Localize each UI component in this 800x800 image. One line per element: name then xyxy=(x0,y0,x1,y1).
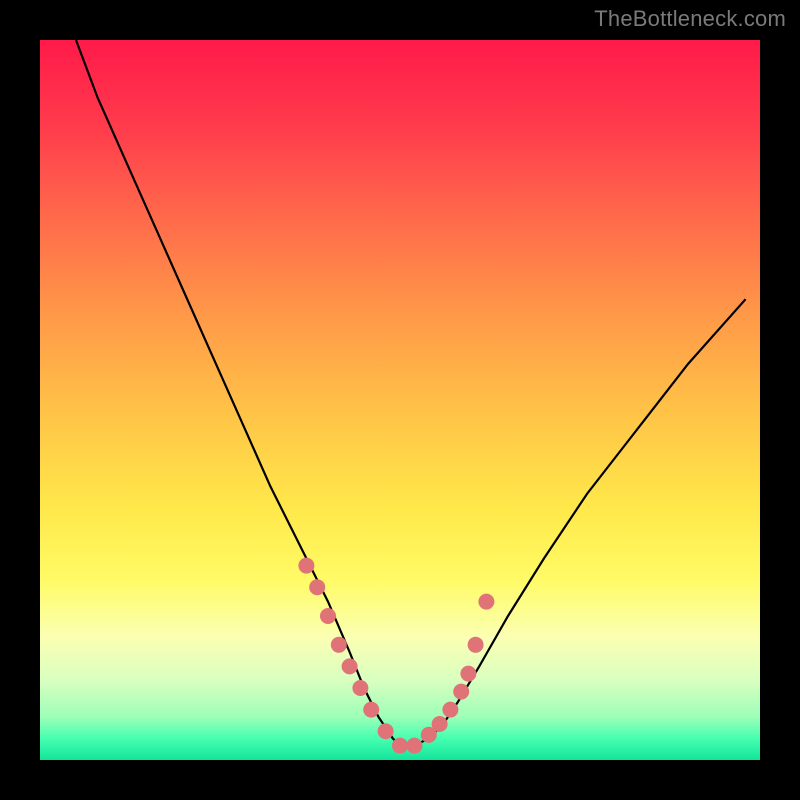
scatter-dot xyxy=(352,680,368,696)
scatter-dot xyxy=(406,738,422,754)
chart-frame: TheBottleneck.com xyxy=(0,0,800,800)
watermark-text: TheBottleneck.com xyxy=(594,6,786,32)
bottleneck-curve-line xyxy=(76,40,746,746)
scatter-dot xyxy=(468,637,484,653)
scatter-dot xyxy=(378,723,394,739)
scatter-dot xyxy=(331,637,347,653)
scatter-dot xyxy=(478,594,494,610)
scatter-dot xyxy=(320,608,336,624)
plot-area xyxy=(40,40,760,760)
scatter-dot xyxy=(432,716,448,732)
scatter-dot xyxy=(298,558,314,574)
scatter-dot xyxy=(453,684,469,700)
scatter-dots-group xyxy=(298,558,494,754)
scatter-dot xyxy=(342,658,358,674)
scatter-dot xyxy=(392,738,408,754)
scatter-dot xyxy=(460,666,476,682)
curve-svg xyxy=(40,40,760,760)
scatter-dot xyxy=(442,702,458,718)
scatter-dot xyxy=(309,579,325,595)
scatter-dot xyxy=(363,702,379,718)
